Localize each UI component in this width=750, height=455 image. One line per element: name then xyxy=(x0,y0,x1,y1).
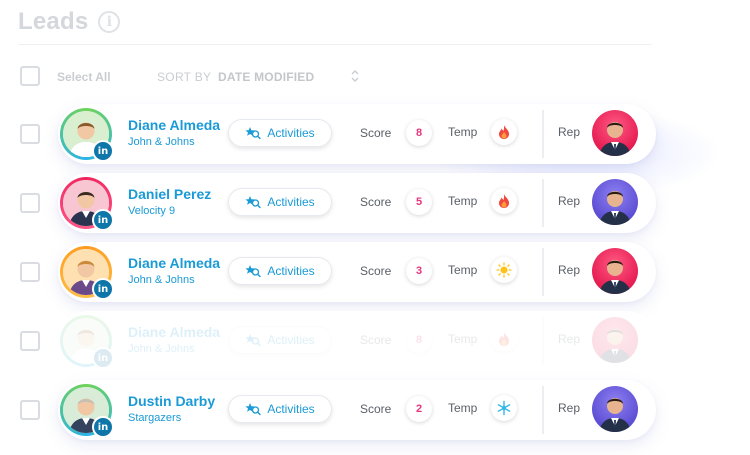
lead-row[interactable]: in Dustin Darby Stargazers Activities Sc… xyxy=(18,380,658,440)
lead-card[interactable]: in Diane Almeda John & Johns Activities … xyxy=(58,104,656,164)
activities-icon xyxy=(245,195,262,209)
activities-button[interactable]: Activities xyxy=(228,188,332,216)
lead-card[interactable]: in Daniel Perez Velocity 9 Activities Sc… xyxy=(58,173,656,233)
fire-icon xyxy=(491,188,517,214)
lead-avatar[interactable]: in xyxy=(60,246,114,300)
row-checkbox[interactable] xyxy=(20,331,40,351)
lead-company: John & Johns xyxy=(128,136,195,148)
linkedin-icon[interactable]: in xyxy=(92,209,114,231)
rep-label: Rep xyxy=(558,194,581,208)
temp-label: Temp xyxy=(448,194,478,208)
activities-label: Activities xyxy=(267,402,315,416)
sort-toggle-icon[interactable] xyxy=(350,68,360,84)
lead-row[interactable]: in Diane Almeda John & Johns Activities … xyxy=(18,311,658,371)
rep-avatar[interactable] xyxy=(592,110,638,156)
linkedin-icon[interactable]: in xyxy=(92,140,114,162)
lead-company: Velocity 9 xyxy=(128,205,176,217)
lead-avatar[interactable]: in xyxy=(60,384,114,438)
sort-by-label: SORT BY xyxy=(157,70,212,84)
rep-label: Rep xyxy=(558,332,581,346)
lead-name[interactable]: Dustin Darby xyxy=(128,393,215,409)
lead-company: John & Johns xyxy=(128,274,195,286)
lead-name[interactable]: Daniel Perez xyxy=(128,186,211,202)
card-separator xyxy=(542,110,544,158)
activities-button[interactable]: Activities xyxy=(228,395,332,423)
sort-value[interactable]: DATE MODIFIED xyxy=(218,70,314,84)
activities-icon xyxy=(245,126,262,140)
activities-icon xyxy=(245,264,262,278)
activities-button[interactable]: Activities xyxy=(228,119,332,147)
temp-label: Temp xyxy=(448,263,478,277)
lead-avatar[interactable]: in xyxy=(60,177,114,231)
rep-label: Rep xyxy=(558,125,581,139)
activities-label: Activities xyxy=(267,333,315,347)
linkedin-icon[interactable]: in xyxy=(92,278,114,300)
score-value: 8 xyxy=(406,120,432,146)
lead-name[interactable]: Diane Almeda xyxy=(128,324,220,340)
rep-label: Rep xyxy=(558,263,581,277)
linkedin-icon[interactable]: in xyxy=(92,416,114,438)
score-value: 3 xyxy=(406,258,432,284)
page-title: Leads xyxy=(18,8,89,35)
lead-avatar[interactable]: in xyxy=(60,315,114,369)
lead-avatar[interactable]: in xyxy=(60,108,114,162)
card-separator xyxy=(542,386,544,434)
lead-card[interactable]: in Dustin Darby Stargazers Activities Sc… xyxy=(58,380,656,440)
rep-avatar[interactable] xyxy=(592,386,638,432)
lead-row[interactable]: in Diane Almeda John & Johns Activities … xyxy=(18,242,658,302)
activities-icon xyxy=(245,333,262,347)
activities-label: Activities xyxy=(267,126,315,140)
lead-row[interactable]: in Daniel Perez Velocity 9 Activities Sc… xyxy=(18,173,658,233)
score-value: 8 xyxy=(406,327,432,353)
card-separator xyxy=(542,317,544,365)
row-checkbox[interactable] xyxy=(20,400,40,420)
card-separator xyxy=(542,179,544,227)
fire-icon xyxy=(491,326,517,352)
info-icon[interactable]: i xyxy=(98,11,121,33)
rep-avatar[interactable] xyxy=(592,179,638,225)
score-label: Score xyxy=(360,264,392,278)
score-label: Score xyxy=(360,126,392,140)
score-label: Score xyxy=(360,195,392,209)
linkedin-icon[interactable]: in xyxy=(92,347,114,369)
rep-label: Rep xyxy=(558,401,581,415)
lead-name[interactable]: Diane Almeda xyxy=(128,255,220,271)
page-header: Leads i xyxy=(18,2,121,42)
lead-name[interactable]: Diane Almeda xyxy=(128,117,220,133)
lead-row[interactable]: in Diane Almeda John & Johns Activities … xyxy=(18,104,658,164)
score-value: 5 xyxy=(406,189,432,215)
lead-company: John & Johns xyxy=(128,343,195,355)
score-value: 2 xyxy=(406,396,432,422)
row-checkbox[interactable] xyxy=(20,124,40,144)
rep-avatar[interactable] xyxy=(592,317,638,363)
activities-button[interactable]: Activities xyxy=(228,326,332,354)
activities-label: Activities xyxy=(267,195,315,209)
sun-icon xyxy=(491,257,517,283)
fire-icon xyxy=(491,119,517,145)
temp-label: Temp xyxy=(448,125,478,139)
activities-label: Activities xyxy=(267,264,315,278)
score-label: Score xyxy=(360,402,392,416)
row-checkbox[interactable] xyxy=(20,262,40,282)
activities-button[interactable]: Activities xyxy=(228,257,332,285)
snowflake-icon xyxy=(491,395,517,421)
rep-avatar[interactable] xyxy=(592,248,638,294)
lead-card[interactable]: in Diane Almeda John & Johns Activities … xyxy=(58,242,656,302)
row-checkbox[interactable] xyxy=(20,193,40,213)
lead-company: Stargazers xyxy=(128,412,182,424)
activities-icon xyxy=(245,402,262,416)
temp-label: Temp xyxy=(448,401,478,415)
header-divider xyxy=(18,44,652,45)
select-all-label[interactable]: Select All xyxy=(57,70,111,84)
score-label: Score xyxy=(360,333,392,347)
lead-card[interactable]: in Diane Almeda John & Johns Activities … xyxy=(58,311,656,371)
temp-label: Temp xyxy=(448,332,478,346)
select-all-checkbox[interactable] xyxy=(20,66,40,86)
card-separator xyxy=(542,248,544,296)
toolbar: Select All SORT BY DATE MODIFIED xyxy=(18,64,378,90)
